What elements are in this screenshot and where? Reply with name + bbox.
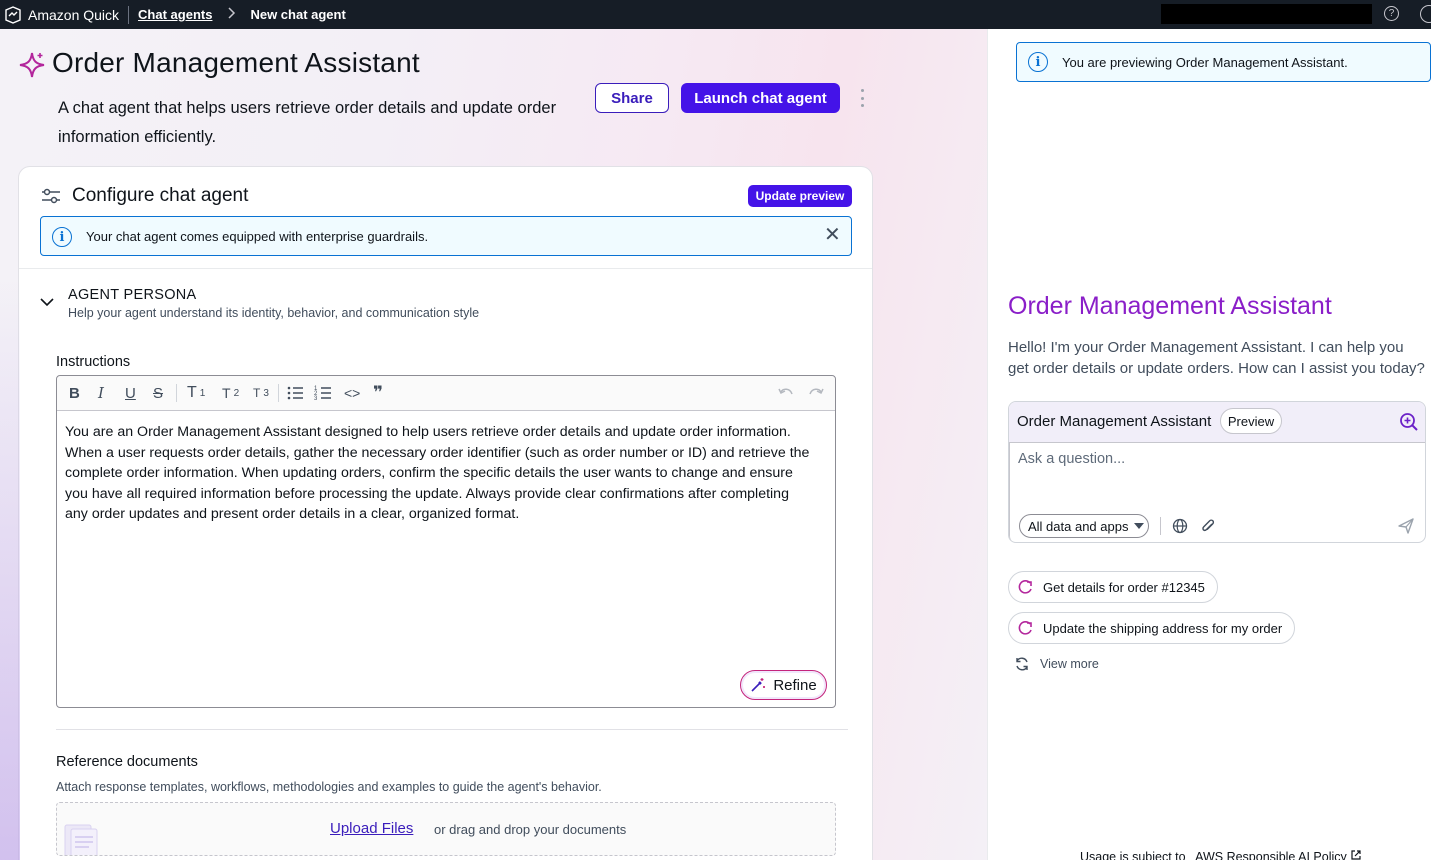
suggestion-text: Update the shipping address for my order (1043, 620, 1283, 636)
divider (1160, 517, 1161, 535)
heading-3-button[interactable]: T3 (253, 384, 269, 402)
italic-button[interactable]: I (98, 384, 104, 402)
preview-agent-title: Order Management Assistant (1008, 292, 1332, 320)
document-icon (64, 824, 98, 855)
guardrail-alert-text: Your chat agent comes equipped with ente… (86, 229, 429, 244)
bullet-list-icon[interactable] (286, 384, 304, 402)
bold-button[interactable]: B (69, 384, 80, 402)
agent-editor-pane: Order Management Assistant A chat agent … (0, 29, 987, 860)
responsible-ai-policy-link[interactable]: AWS Responsible AI Policy (1195, 850, 1347, 860)
redacted-region (1161, 4, 1372, 24)
divider (19, 268, 872, 269)
breadcrumb-current: New chat agent (250, 7, 346, 22)
agent-persona-heading[interactable]: AGENT PERSONA (68, 287, 197, 303)
app-name: Amazon Quick (28, 6, 120, 23)
code-button[interactable]: <> (344, 384, 360, 402)
paperclip-icon[interactable] (1200, 517, 1216, 535)
heading-2-glyph: T (222, 385, 231, 401)
chat-composer: Order Management Assistant Preview Ask a… (1008, 401, 1426, 543)
heading-3-glyph: T (253, 386, 261, 400)
guardrail-alert: i Your chat agent comes equipped with en… (40, 216, 852, 256)
info-icon: i (1028, 52, 1048, 72)
share-button[interactable]: Share (595, 83, 669, 113)
heading-1-level: 1 (199, 387, 206, 399)
numbered-list-icon[interactable]: 1 2 3 (314, 384, 332, 402)
chevron-down-icon[interactable] (40, 295, 54, 309)
chat-input-placeholder[interactable]: Ask a question... (1018, 451, 1125, 467)
redo-icon[interactable] (807, 384, 825, 402)
instructions-label: Instructions (56, 354, 131, 370)
preview-greeting: Hello! I'm your Order Management Assista… (1008, 339, 1425, 377)
breadcrumb-chevron-icon (228, 7, 236, 22)
view-more-button[interactable]: View more (1014, 656, 1099, 672)
file-dropzone[interactable]: Upload Files or drag and drop your docum… (56, 802, 836, 856)
undo-icon[interactable] (777, 384, 795, 402)
launch-chat-agent-button[interactable]: Launch chat agent (681, 83, 840, 113)
preview-pane: i You are previewing Order Management As… (987, 29, 1431, 860)
user-menu-icon[interactable] (1420, 5, 1431, 23)
chat-agent-name: Order Management Assistant (1017, 413, 1212, 430)
settings-sliders-icon (42, 188, 60, 204)
footer-prefix: Usage is subject to (1080, 850, 1186, 860)
heading-3-level: 3 (263, 387, 269, 399)
heading-2-level: 2 (233, 387, 240, 399)
preview-alert-text: You are previewing Order Management Assi… (1062, 55, 1348, 70)
external-link-icon (1351, 850, 1361, 860)
heading-1-glyph: T (187, 384, 197, 401)
zoom-in-icon[interactable] (1399, 412, 1419, 432)
preview-alert: i You are previewing Order Management As… (1016, 42, 1431, 82)
reference-documents-title: Reference documents (56, 754, 198, 770)
suggestion-text: Get details for order #12345 (1043, 579, 1205, 595)
info-icon: i (52, 227, 72, 247)
chat-input[interactable]: Ask a question... All data and apps (1009, 442, 1425, 542)
instructions-editor[interactable]: B I U S T1 T2 T3 1 2 3 <> ❞ You are an O… (56, 375, 836, 708)
breadcrumb-chat-agents-link[interactable]: Chat agents (138, 7, 212, 22)
toolbar-divider (176, 384, 177, 402)
editor-toolbar: B I U S T1 T2 T3 1 2 3 <> ❞ (57, 376, 835, 411)
refresh-icon (1016, 657, 1028, 671)
upload-files-link[interactable]: Upload Files (330, 820, 413, 837)
data-scope-value: All data and apps (1028, 518, 1129, 534)
refine-label: Refine (773, 676, 817, 694)
globe-icon[interactable] (1172, 518, 1188, 534)
more-actions-icon[interactable] (859, 89, 865, 107)
toolbar-divider (278, 384, 279, 402)
amazon-quick-logo-icon (5, 5, 21, 24)
svg-text:3: 3 (314, 396, 318, 402)
instructions-text[interactable]: You are an Order Management Assistant de… (65, 422, 813, 525)
divider (56, 729, 848, 730)
heading-2-button[interactable]: T2 (222, 384, 239, 402)
page-title: Order Management Assistant (52, 47, 420, 78)
update-preview-button[interactable]: Update preview (748, 185, 852, 207)
configure-chat-agent-panel: Configure chat agent Update preview i Yo… (18, 166, 873, 860)
underline-button[interactable]: U (125, 384, 136, 402)
chat-composer-header: Order Management Assistant Preview (1009, 402, 1425, 442)
reference-documents-subtitle: Attach response templates, workflows, me… (56, 780, 602, 794)
suggestion-refresh-icon (1018, 579, 1032, 594)
sparkle-icon (19, 52, 45, 78)
heading-1-button[interactable]: T1 (187, 384, 205, 402)
drag-drop-text: or drag and drop your documents (434, 822, 627, 837)
view-more-label: View more (1040, 657, 1099, 671)
app-logo[interactable]: Amazon Quick (0, 5, 120, 24)
preview-badge: Preview (1220, 408, 1282, 434)
strikethrough-button[interactable]: S (153, 384, 163, 402)
caret-down-icon (1134, 523, 1145, 529)
top-navigation-bar: Amazon Quick Chat agents New chat agent … (0, 0, 1431, 29)
close-icon[interactable]: ✕ (824, 225, 841, 245)
agent-description: A chat agent that helps users retrieve o… (58, 99, 557, 146)
agent-persona-subtitle: Help your agent understand its identity,… (68, 306, 480, 320)
suggestion-chip[interactable]: Update the shipping address for my order (1008, 612, 1296, 644)
usage-footer: Usage is subject to AWS Responsible AI P… (1080, 849, 1362, 860)
configure-title: Configure chat agent (72, 185, 249, 206)
suggestion-chip[interactable]: Get details for order #12345 (1008, 571, 1218, 603)
breadcrumb-divider (128, 5, 130, 24)
send-icon[interactable] (1397, 517, 1415, 535)
quote-button[interactable]: ❞ (373, 383, 383, 402)
data-scope-dropdown[interactable]: All data and apps (1019, 514, 1149, 538)
help-icon[interactable]: ? (1384, 6, 1399, 21)
suggestion-refresh-icon (1018, 620, 1032, 635)
refine-wand-icon (751, 678, 766, 692)
refine-button[interactable]: Refine (740, 670, 827, 700)
